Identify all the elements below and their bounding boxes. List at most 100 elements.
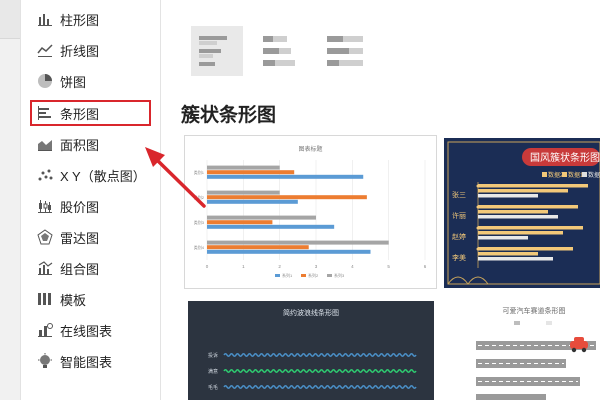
y-category-label: 类别3 <box>194 219 205 225</box>
wave-line <box>223 369 417 373</box>
clustered-bar-icon <box>199 36 227 66</box>
sidebar-item-stock[interactable]: 股价图 <box>36 194 160 218</box>
stock-chart-icon <box>36 197 54 215</box>
guofeng-chart: 国风簇状条形图 数据2 数据1 数据3 张三 许丽 赵婷 李美 <box>447 141 600 285</box>
y-category-label: 类别4 <box>194 244 205 250</box>
bar <box>478 226 583 230</box>
category-label: 李美 <box>452 253 466 262</box>
sidebar-item-label: 面积图 <box>60 137 100 153</box>
bar-marker <box>476 184 480 188</box>
bar <box>207 220 273 225</box>
sidebar-item-label: 模板 <box>60 292 87 308</box>
chart-gallery: 簇状条形图 图表标题 0 1 2 3 4 5 6 类别1 类别2 类别3 类别4 系列1 系列2 系列3 国… <box>161 0 600 400</box>
bar <box>207 170 295 175</box>
preview-card-guofeng[interactable]: 国风簇状条形图 数据2 数据1 数据3 张三 许丽 赵婷 李美 <box>444 138 600 288</box>
sidebar-item-online[interactable]: 在线图表 <box>36 318 160 342</box>
category-label: 赵婷 <box>452 232 466 241</box>
subtype-percent-stacked-bar[interactable] <box>319 26 371 76</box>
wave-label: 投诉 <box>208 352 218 359</box>
subtype-stacked-bar[interactable] <box>255 26 307 76</box>
legend-label: 数据3 <box>588 171 600 179</box>
bar <box>478 210 548 214</box>
y-category-label: 类别2 <box>194 194 205 200</box>
bar <box>478 252 538 256</box>
bar-marker <box>476 247 480 251</box>
bar-marker <box>476 205 480 209</box>
category-label: 张三 <box>452 190 466 199</box>
bar <box>207 249 371 254</box>
column-chart-icon <box>36 10 54 28</box>
x-tick-label: 6 <box>424 264 427 269</box>
x-tick-label: 3 <box>315 264 318 269</box>
sidebar-item-pie[interactable]: 饼图 <box>36 69 160 93</box>
bar <box>207 195 367 200</box>
preview-chart: 图表标题 0 1 2 3 4 5 6 类别1 类别2 类别3 类别4 系列1 系列2 系列3 <box>194 145 427 278</box>
sidebar-item-label: 折线图 <box>60 43 100 59</box>
preview-card-wave[interactable]: 简约波浪线条形图 投诉 满意 毛毛 <box>188 301 434 400</box>
legend-label: 系列2 <box>308 272 319 278</box>
y-category-label: 类别1 <box>194 169 205 175</box>
bar <box>478 194 538 198</box>
bar <box>207 190 280 195</box>
bar <box>478 247 573 251</box>
percent-stacked-bar-icon <box>327 36 363 66</box>
sidebar-item-area[interactable]: 面积图 <box>36 132 160 156</box>
sidebar-item-radar[interactable]: 雷达图 <box>36 225 160 249</box>
subtype-clustered-bar[interactable] <box>191 26 243 76</box>
x-tick-label: 5 <box>387 264 390 269</box>
section-title: 簇状条形图 <box>181 105 277 126</box>
wave-label: 毛毛 <box>208 384 218 391</box>
sidebar-item-combo[interactable]: 组合图 <box>36 256 160 280</box>
pie-chart-icon <box>36 72 54 90</box>
legend-label: 数据2 <box>548 171 564 179</box>
bar <box>207 245 309 250</box>
legend-label: 数据1 <box>568 171 584 179</box>
sidebar-item-line[interactable]: 折线图 <box>36 38 160 62</box>
bar <box>478 184 588 188</box>
car-title: 可爱汽车赛道条形图 <box>503 306 566 315</box>
sidebar-item-smart[interactable]: 智能图表 <box>36 349 160 373</box>
window-edge <box>0 0 21 400</box>
preview-card-car[interactable]: 可爱汽车赛道条形图 <box>446 301 600 400</box>
legend-swatch <box>275 274 280 277</box>
x-tick-label: 4 <box>351 264 354 269</box>
wave-chart: 简约波浪线条形图 投诉 满意 毛毛 <box>208 308 417 391</box>
bar <box>478 215 558 219</box>
wave-line <box>223 353 417 357</box>
sidebar-item-label: 在线图表 <box>60 323 113 339</box>
line-chart-icon <box>36 41 54 59</box>
bar <box>478 189 568 193</box>
bar <box>207 165 280 170</box>
category-label: 许丽 <box>452 211 466 220</box>
preview-card-default[interactable]: 图表标题 0 1 2 3 4 5 6 类别1 类别2 类别3 类别4 系列1 系列2 系列3 <box>184 135 437 289</box>
stacked-bar-icon <box>263 36 295 66</box>
bar <box>207 240 389 245</box>
bar <box>478 205 578 209</box>
wave-title: 简约波浪线条形图 <box>283 308 339 317</box>
radar-chart-icon <box>36 228 54 246</box>
chart-type-sidebar: 柱形图 折线图 饼图 条形图 面积图 X Y（散点图） 股价图 雷达图 组合图 … <box>22 0 161 400</box>
bar <box>207 174 364 179</box>
chart-title: 图表标题 <box>298 145 322 153</box>
highlight-box <box>30 100 151 126</box>
scatter-chart-icon <box>36 166 54 184</box>
sidebar-item-label: X Y（散点图） <box>60 168 146 184</box>
wave-label: 满意 <box>208 368 218 375</box>
x-tick-label: 0 <box>206 264 209 269</box>
legend-swatch <box>301 274 306 277</box>
bar <box>478 231 563 235</box>
sidebar-item-label: 雷达图 <box>60 230 100 246</box>
smart-chart-icon <box>36 352 54 370</box>
combo-chart-icon <box>36 259 54 277</box>
legend-label: 系列3 <box>334 272 345 278</box>
sidebar-item-template[interactable]: 模板 <box>36 287 160 311</box>
sidebar-item-label: 智能图表 <box>60 354 113 370</box>
sidebar-item-scatter[interactable]: X Y（散点图） <box>36 163 160 187</box>
template-icon <box>36 290 54 308</box>
bar <box>207 224 335 229</box>
wave-line <box>223 385 417 389</box>
sidebar-item-column[interactable]: 柱形图 <box>36 7 160 31</box>
bar <box>478 257 553 261</box>
bar <box>207 199 298 204</box>
sidebar-item-label: 饼图 <box>60 74 87 90</box>
